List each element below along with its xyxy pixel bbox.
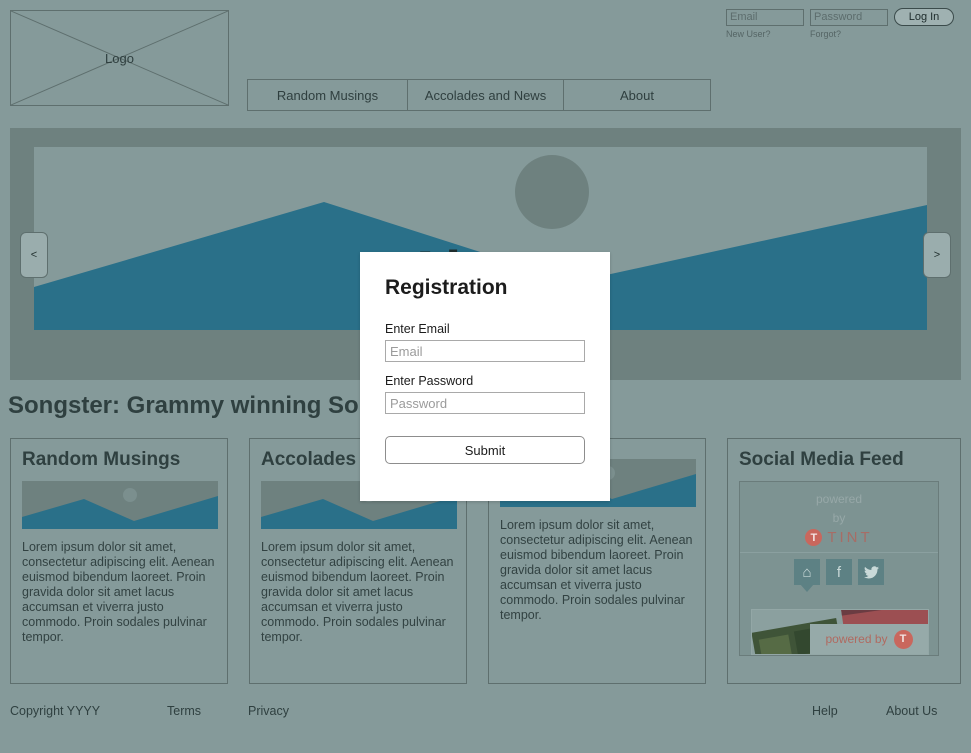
tint-brand-name: TINT: [827, 529, 873, 546]
social-icon-row: ⌂ f: [740, 559, 938, 585]
login-widget: Log In New User? Forgot?: [726, 8, 961, 44]
page-title: Songster: Grammy winning So: [8, 392, 359, 419]
modal-title: Registration: [385, 276, 508, 299]
login-password-input[interactable]: [810, 8, 888, 26]
registration-modal: Registration Enter Email Enter Password …: [360, 252, 610, 501]
card-body-text: Lorem ipsum dolor sit amet, consectetur …: [22, 540, 215, 644]
tint-powered-line-2: by: [832, 511, 846, 525]
card-title: Random Musings: [22, 449, 181, 470]
card-body-text: Lorem ipsum dolor sit amet, consectetur …: [500, 518, 693, 622]
card-social-media-feed[interactable]: Social Media Feed powered by T TINT ⌂ f: [727, 438, 961, 684]
footer: Copyright YYYY Terms Privacy Help About …: [0, 700, 971, 730]
home-icon[interactable]: ⌂: [794, 559, 820, 585]
tint-badge-icon: T: [805, 529, 823, 546]
tint-photo-caption: powered by T: [810, 624, 928, 654]
tint-powered-line-1: powered: [815, 492, 863, 506]
carousel-prev-button[interactable]: <: [20, 232, 48, 278]
facebook-icon[interactable]: f: [826, 559, 852, 585]
social-feed-title: Social Media Feed: [739, 449, 904, 470]
footer-about-us-link[interactable]: About Us: [886, 704, 937, 718]
twitter-bird-icon: [863, 565, 879, 578]
registration-password-input[interactable]: [385, 392, 585, 414]
card-random-musings[interactable]: Random Musings Lorem ipsum dolor sit ame…: [10, 438, 228, 684]
mountain-graphic-icon: [22, 488, 218, 529]
footer-copyright: Copyright YYYY: [10, 704, 101, 718]
carousel-next-button[interactable]: >: [923, 232, 951, 278]
tint-photo-caption-text: powered by: [825, 632, 888, 646]
nav-tab-accolades-and-news[interactable]: Accolades and News: [408, 80, 564, 110]
tint-badge-icon: T: [893, 629, 913, 649]
tint-photo-card[interactable]: powered by T: [751, 609, 929, 655]
logo-label: Logo: [105, 50, 134, 66]
registration-email-input[interactable]: [385, 340, 585, 362]
card-body-text: Lorem ipsum dolor sit amet, consectetur …: [261, 540, 454, 644]
nav-tab-random-musings[interactable]: Random Musings: [248, 80, 408, 110]
page-root: Logo Random Musings Accolades and News A…: [0, 0, 971, 753]
new-user-link[interactable]: New User?: [726, 29, 810, 39]
footer-terms-link[interactable]: Terms: [167, 704, 201, 718]
tint-logo: T TINT: [740, 529, 938, 546]
footer-help-link[interactable]: Help: [812, 704, 838, 718]
logo-placeholder[interactable]: Logo: [10, 10, 229, 106]
tint-widget[interactable]: powered by T TINT ⌂ f powered by T: [739, 481, 939, 656]
main-navigation: Random Musings Accolades and News About: [247, 79, 711, 111]
log-in-button[interactable]: Log In: [894, 8, 954, 26]
password-field-label: Enter Password: [385, 374, 474, 388]
email-field-label: Enter Email: [385, 322, 450, 336]
card-image-placeholder: [22, 481, 218, 529]
login-email-input[interactable]: [726, 8, 804, 26]
forgot-password-link[interactable]: Forgot?: [810, 29, 841, 39]
submit-button[interactable]: Submit: [385, 436, 585, 464]
twitter-icon[interactable]: [858, 559, 884, 585]
footer-privacy-link[interactable]: Privacy: [248, 704, 289, 718]
divider: [740, 552, 938, 553]
nav-tab-about[interactable]: About: [564, 80, 710, 110]
